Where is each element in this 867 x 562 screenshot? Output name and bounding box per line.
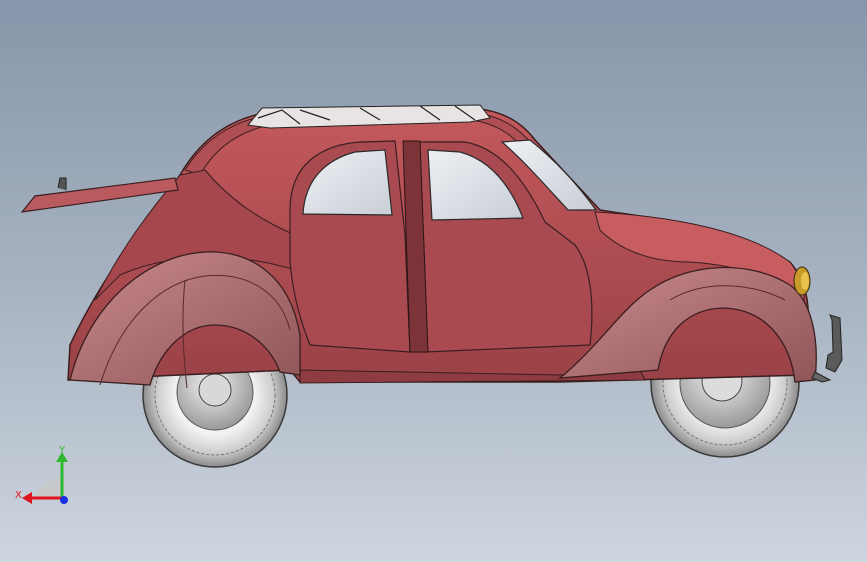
y-axis-label: Y xyxy=(58,445,66,456)
car-body[interactable] xyxy=(20,104,817,389)
graphics-viewport[interactable]: Y X xyxy=(0,0,867,562)
x-axis-label: X xyxy=(15,490,22,501)
headlight[interactable] xyxy=(793,266,811,296)
car-model[interactable] xyxy=(0,0,867,562)
z-axis-dot xyxy=(60,496,68,504)
x-axis-head xyxy=(22,492,32,504)
triad-plane xyxy=(32,475,62,498)
axis-triad: Y X xyxy=(15,445,68,504)
